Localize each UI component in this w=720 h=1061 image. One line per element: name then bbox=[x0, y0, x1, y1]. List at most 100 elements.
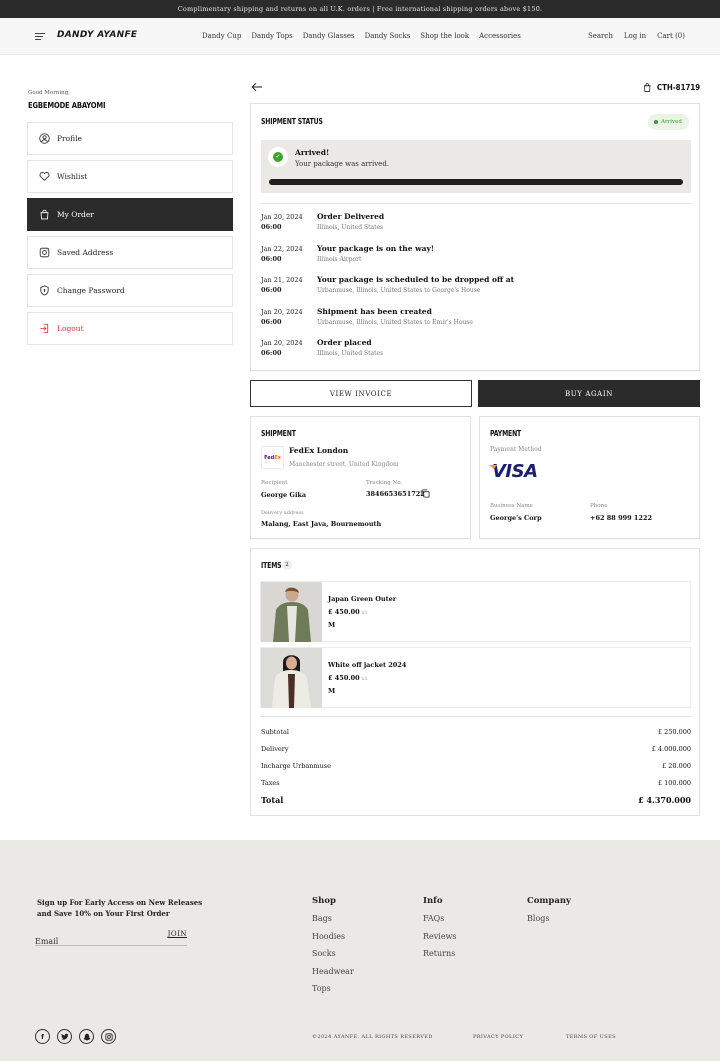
payment-method-label: Payment Method bbox=[490, 446, 542, 453]
back-arrow-icon[interactable] bbox=[251, 82, 263, 92]
business-label: Business Name bbox=[490, 503, 533, 509]
order-item[interactable]: Japan Green Outer £ 450.00 x1 M bbox=[260, 581, 691, 642]
nav-link-shop-the-look[interactable]: Shop the look bbox=[420, 32, 469, 40]
main-navbar: DANDY AYANFE Dandy Cup Dandy Tops Dandy … bbox=[0, 18, 720, 55]
phone-value: +62 88 999 1222 bbox=[590, 514, 652, 522]
logout-icon bbox=[40, 323, 49, 334]
footer-link-reviews[interactable]: Reviews bbox=[423, 932, 457, 941]
bag-icon bbox=[643, 83, 651, 92]
nav-link-dandy-tops[interactable]: Dandy Tops bbox=[251, 32, 292, 40]
item-name: White off jacket 2024 bbox=[328, 661, 407, 669]
login-link[interactable]: Log in bbox=[624, 32, 646, 40]
arrived-banner: ✓ Arrived! Your package was arrived. bbox=[261, 140, 691, 193]
timeline-row: Jan 20, 2024 06:00 Shipment has been crea… bbox=[261, 307, 691, 339]
timeline-row: Jan 20, 2024 06:00 Order Delivered Illino… bbox=[261, 212, 691, 244]
nav-link-accessories[interactable]: Accessories bbox=[479, 32, 521, 40]
summary-row-total: Total £ 4.370.000 bbox=[261, 795, 691, 805]
footer-link-headwear[interactable]: Headwear bbox=[312, 967, 354, 976]
instagram-icon[interactable] bbox=[101, 1029, 116, 1044]
user-name: EGBEMODE ABAYOMI bbox=[28, 101, 106, 110]
footer-link-returns[interactable]: Returns bbox=[423, 949, 457, 958]
footer-column-title: Shop bbox=[312, 896, 336, 906]
footer-link-blogs[interactable]: Blogs bbox=[527, 914, 571, 923]
timeline-date: Jan 22, 2024 06:00 bbox=[261, 244, 303, 263]
recipient-value: George Gika bbox=[261, 491, 307, 499]
facebook-icon[interactable]: f bbox=[35, 1029, 50, 1044]
order-id-text: CTH-81719 bbox=[656, 83, 700, 92]
check-icon: ✓ bbox=[268, 147, 288, 167]
email-placeholder: Email bbox=[35, 937, 59, 946]
order-item[interactable]: White off jacket 2024 £ 450.00 x1 M bbox=[260, 647, 691, 708]
footer-company-column: Company Blogs bbox=[527, 896, 571, 932]
order-id: CTH-81719 bbox=[643, 82, 700, 93]
terms-link[interactable]: TERMS OF USES bbox=[566, 1034, 616, 1040]
menu-item-change-password[interactable]: Change Password bbox=[27, 274, 233, 307]
timeline-location: Illinois, United States bbox=[317, 350, 384, 358]
menu-item-profile[interactable]: Profile bbox=[27, 122, 233, 155]
divider bbox=[261, 203, 691, 204]
shipment-timeline: Jan 20, 2024 06:00 Order Delivered Illino… bbox=[261, 212, 691, 370]
buy-again-button[interactable]: BUY AGAIN bbox=[478, 380, 700, 407]
address-icon bbox=[39, 247, 50, 258]
summary-row-incharge: Incharge Urbanmuse £ 20.000 bbox=[261, 762, 691, 770]
copy-icon[interactable] bbox=[421, 489, 430, 498]
menu-item-saved-address[interactable]: Saved Address bbox=[27, 236, 233, 269]
brand-logo[interactable]: DANDY AYANFE bbox=[57, 30, 137, 40]
menu-item-wishlist[interactable]: Wishlist bbox=[27, 160, 233, 193]
menu-item-my-order[interactable]: My Order bbox=[27, 198, 233, 231]
cart-link[interactable]: Cart (0) bbox=[657, 32, 685, 40]
payment-card: PAYMENT Payment Method VISA Business Nam… bbox=[479, 416, 700, 539]
nav-links: Dandy Cup Dandy Tops Dandy Glasses Dandy… bbox=[202, 32, 531, 40]
item-name: Japan Green Outer bbox=[328, 595, 397, 603]
recipient-label: Recipient bbox=[261, 480, 288, 486]
visa-logo: VISA bbox=[492, 461, 538, 482]
shipment-card: SHIPMENT Fed Ex FedEx London Manchester s… bbox=[250, 416, 471, 539]
timeline-location: Illinois, United States bbox=[317, 224, 384, 231]
view-invoice-button[interactable]: VIEW INVOICE bbox=[250, 380, 472, 407]
timeline-location: Urbanmuse, Illinois, United States to Ge… bbox=[317, 287, 481, 295]
item-price: £ 450.00 x1 bbox=[328, 608, 368, 616]
timeline-date: Jan 20, 2024 06:00 bbox=[261, 307, 303, 326]
search-link[interactable]: Search bbox=[588, 32, 613, 40]
menu-item-label: Saved Address bbox=[57, 248, 114, 257]
menu-icon[interactable] bbox=[35, 33, 45, 40]
summary-row-taxes: Taxes £ 100.000 bbox=[261, 779, 691, 787]
footer-info-column: Info FAQs Reviews Returns bbox=[423, 896, 457, 967]
shipment-status-title: SHIPMENT STATUS bbox=[261, 117, 323, 126]
menu-item-label: Wishlist bbox=[57, 172, 88, 181]
footer-link-hoodies[interactable]: Hoodies bbox=[312, 932, 354, 941]
privacy-policy-link[interactable]: PRIVACY POLICY bbox=[473, 1034, 523, 1040]
timeline-location: Illinois Airport bbox=[317, 255, 362, 263]
menu-item-logout[interactable]: Logout bbox=[27, 312, 233, 345]
progress-bar bbox=[269, 179, 683, 185]
join-button[interactable]: JOIN bbox=[168, 930, 187, 938]
arrived-title: Arrived! bbox=[295, 148, 330, 157]
snapchat-icon[interactable] bbox=[79, 1029, 94, 1044]
nav-link-dandy-glasses[interactable]: Dandy Glasses bbox=[303, 32, 355, 40]
site-footer: Sign up For Early Access on New Releases… bbox=[0, 840, 720, 1061]
twitter-icon[interactable] bbox=[57, 1029, 72, 1044]
nav-link-dandy-socks[interactable]: Dandy Socks bbox=[365, 32, 411, 40]
announcement-bar: Complimentary shipping and returns on al… bbox=[0, 0, 720, 18]
nav-actions: Search Log in Cart (0) bbox=[588, 32, 685, 40]
items-card: ITEMS 2 Japan Green Outer £ 450.00 x1 M W… bbox=[250, 548, 700, 816]
menu-item-label: Profile bbox=[57, 134, 82, 143]
timeline-location: Urbanmuse, Illinois, United States to Em… bbox=[317, 318, 473, 326]
heart-icon bbox=[39, 172, 50, 181]
timeline-date: Jan 21, 2024 06:00 bbox=[261, 276, 303, 295]
courier-address: Manchester street, United Kingdom bbox=[289, 461, 399, 468]
footer-link-tops[interactable]: Tops bbox=[312, 984, 354, 993]
nav-link-dandy-cup[interactable]: Dandy Cup bbox=[202, 32, 241, 40]
email-signup-field[interactable]: Email JOIN bbox=[35, 929, 187, 946]
business-value: George's Corp bbox=[490, 514, 542, 522]
timeline-title: Your package is scheduled to be dropped … bbox=[317, 275, 515, 285]
signup-text: Sign up For Early Access on New Releases… bbox=[37, 898, 203, 918]
timeline-date: Jan 20, 2024 06:00 bbox=[261, 339, 303, 358]
footer-link-socks[interactable]: Socks bbox=[312, 949, 354, 958]
arrived-text: Your package was arrived. bbox=[295, 160, 390, 168]
status-badge: Arrived bbox=[648, 114, 689, 130]
footer-shop-column: Shop Bags Hoodies Socks Headwear Tops bbox=[312, 896, 354, 1002]
profile-icon bbox=[39, 133, 50, 144]
footer-link-faqs[interactable]: FAQs bbox=[423, 914, 457, 923]
footer-link-bags[interactable]: Bags bbox=[312, 914, 354, 923]
